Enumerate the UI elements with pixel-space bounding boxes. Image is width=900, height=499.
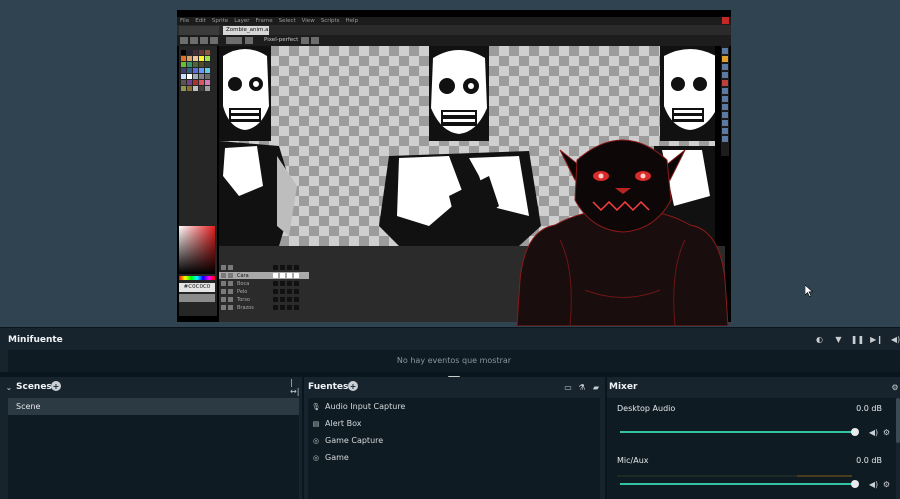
editor-palette-panel: #C0C0C0 (179, 46, 217, 316)
vtuber-avatar (516, 139, 729, 326)
layer-name: Brazos (237, 304, 254, 311)
editor-menu-layer: Layer (234, 18, 250, 24)
shield-icon[interactable]: ◐ (815, 335, 824, 344)
timeline-layer-row: Pelo (219, 288, 309, 295)
source-item[interactable]: ◎ Game (312, 449, 349, 466)
pause-icon[interactable]: ❚❚ (851, 335, 864, 344)
timeline-layer-row: Boca (219, 280, 309, 287)
activity-feed-dock: Minifuente ◐ ▼ ❚❚ ▶❙ ◀) No hay eventos q… (0, 328, 900, 372)
activity-feed-empty-message: No hay eventos que mostrar (8, 350, 900, 372)
volume-slider-track[interactable] (620, 431, 856, 433)
gear-icon[interactable]: ⚙ (882, 480, 891, 489)
editor-logo (722, 17, 729, 24)
timeline-layer-row: Cara (219, 272, 309, 279)
speaker-icon[interactable]: ◀) (869, 428, 878, 437)
gamepad-icon: ◎ (312, 436, 320, 445)
folder-icon[interactable]: ▰ (591, 382, 601, 392)
scenes-dock: ⌄ Scenes + |↔| Scene (0, 377, 302, 499)
editor-menu-edit: Edit (195, 18, 206, 24)
speaker-icon[interactable]: ◀) (891, 335, 900, 344)
editor-tool-icon (200, 37, 208, 44)
editor-menu-file: File (180, 18, 190, 24)
timeline-layer-row: Torso (219, 296, 309, 303)
screen-icon[interactable]: ▭ (563, 382, 573, 392)
editor-tab-active: Zombie_anim.a (223, 26, 269, 35)
editor-menubar: File Edit Sprite Layer Frame Select View… (177, 17, 731, 25)
filter-icon[interactable]: ▼ (834, 335, 843, 344)
editor-tool-icon (245, 37, 253, 44)
skeleton-sprite-left (219, 46, 297, 246)
mixer-dock: Mixer ⚙ Desktop Audio 0.0 dB ◀) ⚙ Mic/Au… (607, 377, 900, 499)
activity-feed-controls: ◐ ▼ ❚❚ ▶❙ ◀) (815, 335, 900, 344)
gamepad-icon: ◎ (312, 453, 320, 462)
source-label: Audio Input Capture (325, 402, 406, 411)
volume-slider-handle[interactable] (851, 480, 859, 488)
editor-tab-home (179, 26, 219, 35)
stream-preview[interactable]: File Edit Sprite Layer Frame Select View… (0, 0, 900, 332)
source-item[interactable]: ◎ Game Capture (312, 432, 383, 449)
layer-name: Cara (237, 272, 249, 279)
mixer-channel-mic-aux: Mic/Aux 0.0 dB ◀) ⚙ (607, 450, 892, 499)
editor-menu-select: Select (278, 18, 296, 24)
editor-menu-view: View (301, 18, 315, 24)
palette-swatches (181, 50, 210, 91)
mouse-cursor-icon (805, 285, 813, 297)
layer-name: Boca (237, 280, 250, 287)
volume-slider-track[interactable] (620, 483, 856, 485)
layer-name: Pelo (237, 288, 248, 295)
skip-icon[interactable]: ▶❙ (870, 335, 883, 344)
editor-tool-icon (311, 37, 319, 44)
editor-tool-icon (301, 37, 309, 44)
editor-tool-icon (226, 37, 242, 44)
audio-level-meter (617, 475, 852, 477)
source-label: Game Capture (325, 436, 384, 445)
activity-feed-title: Minifuente (8, 335, 63, 345)
editor-menu-scripts: Scripts (320, 18, 340, 24)
pixel-perfect-label: Pixel-perfect (264, 37, 299, 43)
timeline-layer-row: Brazos (219, 304, 309, 311)
sources-dock: Fuentes + ▭ ⚗ ▰ 🎙 Audio Input Capture ▤ … (304, 377, 605, 499)
editor-toolbar: Pixel-perfect (177, 35, 731, 46)
source-label: Alert Box (325, 419, 362, 428)
transition-icon[interactable]: |↔| (290, 378, 300, 396)
editor-menu-help: Help (345, 18, 359, 24)
color-info-bar (179, 294, 215, 302)
channel-level: 0.0 dB (856, 404, 882, 413)
add-scene-button[interactable]: + (51, 381, 61, 391)
scenes-title: Scenes (16, 382, 52, 392)
volume-slider-handle[interactable] (851, 428, 859, 436)
source-item[interactable]: 🎙 Audio Input Capture (311, 398, 406, 415)
widget-icon: ▤ (312, 419, 320, 428)
timeline-layer-row (219, 264, 309, 271)
mixer-scrollbar[interactable] (896, 398, 900, 443)
source-item[interactable]: ▤ Alert Box (312, 415, 362, 432)
editor-tool-icon (180, 37, 188, 44)
editor-tool-icon (210, 37, 218, 44)
flask-icon[interactable]: ⚗ (577, 382, 587, 392)
editor-tabbar: Zombie_anim.a (177, 25, 731, 35)
add-source-button[interactable]: + (348, 381, 358, 391)
chevron-down-icon[interactable]: ⌄ (4, 382, 14, 392)
color-picker-field (179, 226, 215, 274)
editor-tool-icon (190, 37, 198, 44)
source-label: Game (325, 453, 349, 462)
gear-icon[interactable]: ⚙ (882, 428, 891, 437)
channel-level: 0.0 dB (856, 456, 882, 465)
channel-name: Desktop Audio (617, 404, 676, 413)
mixer-title: Mixer (609, 382, 638, 392)
gear-icon[interactable]: ⚙ (890, 382, 900, 392)
hex-color-field: #C0C0C0 (179, 283, 215, 292)
hue-slider (179, 276, 215, 280)
editor-menu-frame: Frame (255, 18, 273, 24)
scene-item[interactable]: Scene (8, 398, 299, 415)
microphone-icon: 🎙 (311, 402, 321, 411)
sources-title: Fuentes (308, 382, 349, 392)
mixer-channel-desktop-audio: Desktop Audio 0.0 dB ◀) ⚙ (607, 398, 892, 450)
channel-name: Mic/Aux (617, 456, 649, 465)
layer-name: Torso (237, 296, 250, 303)
editor-menu-sprite: Sprite (211, 18, 229, 24)
speaker-icon[interactable]: ◀) (869, 480, 878, 489)
